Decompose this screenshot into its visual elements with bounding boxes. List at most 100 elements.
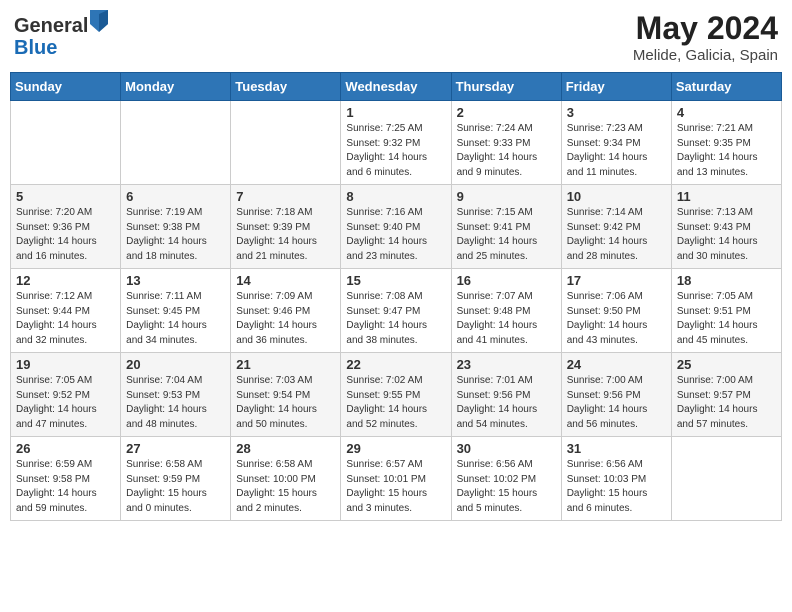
calendar-cell: 19 Sunrise: 7:05 AM Sunset: 9:52 PM Dayli… [11, 353, 121, 437]
day-info: Sunrise: 7:11 AM Sunset: 9:45 PM Dayligh… [126, 290, 225, 348]
calendar-cell: 25Sunrise: 7:00 AM Sunset: 9:57 PM Dayli… [671, 353, 781, 437]
day-info: Sunrise: 6:57 AM Sunset: 10:01 PM Daylig… [346, 458, 445, 516]
calendar-cell: 11 Sunrise: 7:13 AM Sunset: 9:43 PM Dayli… [671, 185, 781, 269]
calendar-table: Sunday Monday Tuesday Wednesday Thursday… [10, 72, 782, 521]
calendar-cell: 29Sunrise: 6:57 AM Sunset: 10:01 PM Dayl… [341, 437, 451, 521]
day-number: 25 [677, 357, 776, 372]
logo-general: General [14, 15, 88, 37]
day-number: 10 [567, 189, 666, 204]
day-number: 1 [346, 105, 445, 120]
day-info: Sunrise: 7:07 AM Sunset: 9:48 PM Dayligh… [457, 290, 556, 348]
day-info: Sunrise: 6:56 AM Sunset: 10:03 PM Daylig… [567, 458, 666, 516]
day-info: Sunrise: 7:20 AM Sunset: 9:36 PM Dayligh… [16, 206, 115, 264]
header-saturday: Saturday [671, 73, 781, 101]
day-info: Sunrise: 6:59 AM Sunset: 9:58 PM Dayligh… [16, 458, 115, 516]
calendar-cell: 18 Sunrise: 7:05 AM Sunset: 9:51 PM Dayli… [671, 269, 781, 353]
calendar-week-2: 5 Sunrise: 7:20 AM Sunset: 9:36 PM Daylig… [11, 185, 782, 269]
day-number: 14 [236, 273, 335, 288]
calendar-cell: 20 Sunrise: 7:04 AM Sunset: 9:53 PM Dayli… [121, 353, 231, 437]
calendar-cell: 28 Sunrise: 6:58 AM Sunset: 10:00 PM Dayl… [231, 437, 341, 521]
calendar-cell: 10 Sunrise: 7:14 AM Sunset: 9:42 PM Dayli… [561, 185, 671, 269]
day-number: 31 [567, 441, 666, 456]
calendar-week-1: 1 Sunrise: 7:25 AM Sunset: 9:32 PM Daylig… [11, 101, 782, 185]
logo-blue: Blue [14, 37, 57, 59]
calendar-cell: 21 Sunrise: 7:03 AM Sunset: 9:54 PM Dayli… [231, 353, 341, 437]
calendar-cell: 31 Sunrise: 6:56 AM Sunset: 10:03 PM Dayl… [561, 437, 671, 521]
calendar-header-row: Sunday Monday Tuesday Wednesday Thursday… [11, 73, 782, 101]
day-number: 20 [126, 357, 225, 372]
logo-text: General Blue [14, 10, 108, 59]
day-info: Sunrise: 7:15 AM Sunset: 9:41 PM Dayligh… [457, 206, 556, 264]
calendar-cell: 17 Sunrise: 7:06 AM Sunset: 9:50 PM Dayli… [561, 269, 671, 353]
calendar-cell: 14 Sunrise: 7:09 AM Sunset: 9:46 PM Dayli… [231, 269, 341, 353]
day-number: 2 [457, 105, 556, 120]
calendar-cell: 16 Sunrise: 7:07 AM Sunset: 9:48 PM Dayli… [451, 269, 561, 353]
calendar-cell: 27Sunrise: 6:58 AM Sunset: 9:59 PM Dayli… [121, 437, 231, 521]
day-number: 28 [236, 441, 335, 456]
header-sunday: Sunday [11, 73, 121, 101]
day-info: Sunrise: 7:25 AM Sunset: 9:32 PM Dayligh… [346, 122, 445, 180]
day-info: Sunrise: 7:14 AM Sunset: 9:42 PM Dayligh… [567, 206, 666, 264]
day-number: 16 [457, 273, 556, 288]
day-info: Sunrise: 7:24 AM Sunset: 9:33 PM Dayligh… [457, 122, 556, 180]
day-info: Sunrise: 7:03 AM Sunset: 9:54 PM Dayligh… [236, 374, 335, 432]
calendar-cell: 4Sunrise: 7:21 AM Sunset: 9:35 PM Daylig… [671, 101, 781, 185]
day-number: 18 [677, 273, 776, 288]
day-number: 7 [236, 189, 335, 204]
day-number: 21 [236, 357, 335, 372]
calendar-cell: 9Sunrise: 7:15 AM Sunset: 9:41 PM Daylig… [451, 185, 561, 269]
day-number: 8 [346, 189, 445, 204]
day-info: Sunrise: 7:06 AM Sunset: 9:50 PM Dayligh… [567, 290, 666, 348]
logo: General Blue [14, 10, 108, 59]
day-info: Sunrise: 7:05 AM Sunset: 9:51 PM Dayligh… [677, 290, 776, 348]
day-info: Sunrise: 7:01 AM Sunset: 9:56 PM Dayligh… [457, 374, 556, 432]
day-number: 13 [126, 273, 225, 288]
calendar-cell: 2 Sunrise: 7:24 AM Sunset: 9:33 PM Daylig… [451, 101, 561, 185]
day-number: 23 [457, 357, 556, 372]
day-number: 27 [126, 441, 225, 456]
day-number: 5 [16, 189, 115, 204]
header-thursday: Thursday [451, 73, 561, 101]
day-info: Sunrise: 7:13 AM Sunset: 9:43 PM Dayligh… [677, 206, 776, 264]
day-info: Sunrise: 7:12 AM Sunset: 9:44 PM Dayligh… [16, 290, 115, 348]
calendar-cell: 15 Sunrise: 7:08 AM Sunset: 9:47 PM Dayli… [341, 269, 451, 353]
calendar-cell: 1 Sunrise: 7:25 AM Sunset: 9:32 PM Daylig… [341, 101, 451, 185]
day-info: Sunrise: 7:02 AM Sunset: 9:55 PM Dayligh… [346, 374, 445, 432]
header-tuesday: Tuesday [231, 73, 341, 101]
day-number: 4 [677, 105, 776, 120]
title-block: May 2024 Melide, Galicia, Spain [633, 10, 778, 64]
day-info: Sunrise: 7:08 AM Sunset: 9:47 PM Dayligh… [346, 290, 445, 348]
day-info: Sunrise: 7:19 AM Sunset: 9:38 PM Dayligh… [126, 206, 225, 264]
header-monday: Monday [121, 73, 231, 101]
day-info: Sunrise: 7:04 AM Sunset: 9:53 PM Dayligh… [126, 374, 225, 432]
header-friday: Friday [561, 73, 671, 101]
day-info: Sunrise: 6:56 AM Sunset: 10:02 PM Daylig… [457, 458, 556, 516]
day-info: Sunrise: 7:09 AM Sunset: 9:46 PM Dayligh… [236, 290, 335, 348]
calendar-cell: 24Sunrise: 7:00 AM Sunset: 9:56 PM Dayli… [561, 353, 671, 437]
calendar-cell: 30Sunrise: 6:56 AM Sunset: 10:02 PM Dayl… [451, 437, 561, 521]
day-number: 15 [346, 273, 445, 288]
day-info: Sunrise: 7:16 AM Sunset: 9:40 PM Dayligh… [346, 206, 445, 264]
calendar-cell: 3Sunrise: 7:23 AM Sunset: 9:34 PM Daylig… [561, 101, 671, 185]
month-year-title: May 2024 [633, 10, 778, 47]
day-number: 11 [677, 189, 776, 204]
day-info: Sunrise: 6:58 AM Sunset: 10:00 PM Daylig… [236, 458, 335, 516]
day-number: 17 [567, 273, 666, 288]
calendar-cell: 12Sunrise: 7:12 AM Sunset: 9:44 PM Dayli… [11, 269, 121, 353]
day-number: 19 [16, 357, 115, 372]
calendar-cell: 26 Sunrise: 6:59 AM Sunset: 9:58 PM Dayli… [11, 437, 121, 521]
day-info: Sunrise: 7:05 AM Sunset: 9:52 PM Dayligh… [16, 374, 115, 432]
day-number: 26 [16, 441, 115, 456]
calendar-cell: 23 Sunrise: 7:01 AM Sunset: 9:56 PM Dayli… [451, 353, 561, 437]
day-number: 6 [126, 189, 225, 204]
location-subtitle: Melide, Galicia, Spain [633, 47, 778, 64]
day-info: Sunrise: 7:00 AM Sunset: 9:56 PM Dayligh… [567, 374, 666, 432]
calendar-cell: 5 Sunrise: 7:20 AM Sunset: 9:36 PM Daylig… [11, 185, 121, 269]
header-wednesday: Wednesday [341, 73, 451, 101]
calendar-cell [11, 101, 121, 185]
calendar-cell [231, 101, 341, 185]
calendar-week-3: 12Sunrise: 7:12 AM Sunset: 9:44 PM Dayli… [11, 269, 782, 353]
day-info: Sunrise: 7:23 AM Sunset: 9:34 PM Dayligh… [567, 122, 666, 180]
calendar-cell: 13 Sunrise: 7:11 AM Sunset: 9:45 PM Dayli… [121, 269, 231, 353]
calendar-cell: 8 Sunrise: 7:16 AM Sunset: 9:40 PM Daylig… [341, 185, 451, 269]
